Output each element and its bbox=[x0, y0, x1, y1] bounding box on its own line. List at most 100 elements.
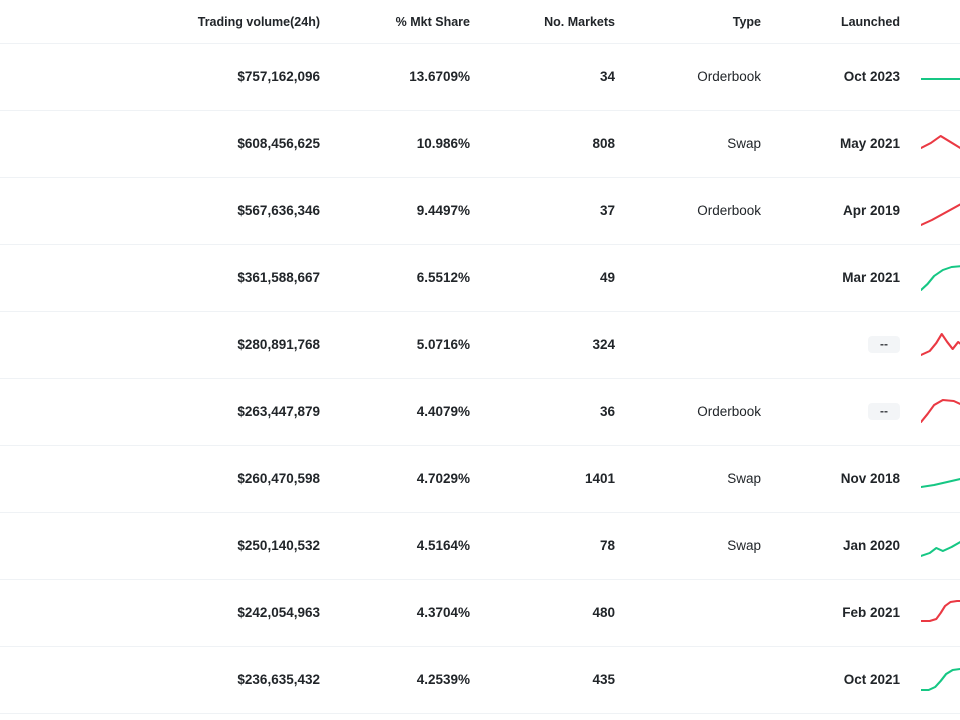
table-row[interactable]: ol (Polygon)$361,588,6676.5512%49 Mar 202… bbox=[0, 244, 960, 311]
cell-sparkline bbox=[920, 110, 960, 177]
sparkline-chart-up bbox=[921, 260, 960, 296]
cell-exchange-name[interactable]: (Arbitrum) bbox=[0, 311, 100, 378]
column-header-mkt-share[interactable]: % Mkt Share bbox=[340, 0, 490, 43]
cell-no-markets: 480 bbox=[490, 579, 635, 646]
column-header-no-markets[interactable]: No. Markets bbox=[490, 0, 635, 43]
cell-trading-volume: $757,162,096 bbox=[100, 43, 340, 110]
cell-exchange-name[interactable] bbox=[0, 445, 100, 512]
cell-exchange-name[interactable]: (Ethereum) bbox=[0, 110, 100, 177]
cell-exchange-name[interactable] bbox=[0, 646, 100, 713]
table-row[interactable]: (Ethereum)$608,456,62510.986%808SwapMay … bbox=[0, 110, 960, 177]
table-row[interactable]: ocol$263,447,8794.4079%36Orderbook -- bbox=[0, 378, 960, 445]
cell-mkt-share: 4.2539% bbox=[340, 646, 490, 713]
cell-trading-volume: $263,447,879 bbox=[100, 378, 340, 445]
cell-type: Swap bbox=[635, 512, 785, 579]
column-header-type[interactable]: Type bbox=[635, 0, 785, 43]
cell-mkt-share: 4.7029% bbox=[340, 445, 490, 512]
cell-mkt-share: 4.5164% bbox=[340, 512, 490, 579]
cell-trading-volume: $361,588,667 bbox=[100, 244, 340, 311]
cell-sparkline bbox=[920, 244, 960, 311]
cell-type: Orderbook bbox=[635, 378, 785, 445]
cell-type bbox=[635, 311, 785, 378]
cell-mkt-share: 6.5512% bbox=[340, 244, 490, 311]
sparkline-chart-up bbox=[921, 662, 960, 698]
cell-launched: Feb 2021 bbox=[785, 579, 920, 646]
cell-type: Orderbook bbox=[635, 43, 785, 110]
column-header-name[interactable] bbox=[0, 0, 100, 43]
cell-no-markets: 435 bbox=[490, 646, 635, 713]
sparkline-chart-up bbox=[921, 461, 960, 497]
table-body: $757,162,09613.6709%34OrderbookOct 2023(… bbox=[0, 43, 960, 713]
exchanges-table-viewport[interactable]: Trading volume(24h) % Mkt Share No. Mark… bbox=[0, 0, 960, 720]
cell-mkt-share: 13.6709% bbox=[340, 43, 490, 110]
cell-launched: -- bbox=[785, 378, 920, 445]
cell-trading-volume: $236,635,432 bbox=[100, 646, 340, 713]
cell-exchange-name[interactable] bbox=[0, 579, 100, 646]
sparkline-chart-up bbox=[921, 528, 960, 564]
cell-trading-volume: $608,456,625 bbox=[100, 110, 340, 177]
cell-trading-volume: $567,636,346 bbox=[100, 177, 340, 244]
table-row[interactable]: $260,470,598 4.7029% 1401 Swap Nov 2018 bbox=[0, 445, 960, 512]
cell-launched: Jan 2020 bbox=[785, 512, 920, 579]
column-header-trading-volume[interactable]: Trading volume(24h) bbox=[100, 0, 340, 43]
cell-exchange-name[interactable]: ol (Polygon) bbox=[0, 244, 100, 311]
table-row[interactable]: $236,635,432 4.2539% 435 Oct 2021 bbox=[0, 646, 960, 713]
table-row[interactable]: (Arbitrum)$280,891,7685.0716%324 -- bbox=[0, 311, 960, 378]
cell-trading-volume: $242,054,963 bbox=[100, 579, 340, 646]
cell-sparkline bbox=[920, 378, 960, 445]
cell-sparkline bbox=[920, 445, 960, 512]
table-row[interactable]: reum)$250,140,5324.5164%78SwapJan 2020 bbox=[0, 512, 960, 579]
cell-no-markets: 34 bbox=[490, 43, 635, 110]
cell-mkt-share: 9.4497% bbox=[340, 177, 490, 244]
cell-exchange-name[interactable]: reum) bbox=[0, 512, 100, 579]
cell-launched: Mar 2021 bbox=[785, 244, 920, 311]
cell-mkt-share: 5.0716% bbox=[340, 311, 490, 378]
sparkline-chart-down bbox=[921, 595, 960, 631]
cell-no-markets: 808 bbox=[490, 110, 635, 177]
cell-exchange-name[interactable]: ocol bbox=[0, 378, 100, 445]
cell-mkt-share: 10.986% bbox=[340, 110, 490, 177]
cell-no-markets: 36 bbox=[490, 378, 635, 445]
cell-sparkline bbox=[920, 177, 960, 244]
cell-launched: May 2021 bbox=[785, 110, 920, 177]
cell-mkt-share: 4.3704% bbox=[340, 579, 490, 646]
cell-trading-volume: $280,891,768 bbox=[100, 311, 340, 378]
column-header-sparkline bbox=[920, 0, 960, 43]
cell-trading-volume: $260,470,598 bbox=[100, 445, 340, 512]
cell-mkt-share: 4.4079% bbox=[340, 378, 490, 445]
cell-launched: Apr 2019 bbox=[785, 177, 920, 244]
column-header-launched[interactable]: Launched bbox=[785, 0, 920, 43]
cell-sparkline bbox=[920, 512, 960, 579]
cell-sparkline bbox=[920, 579, 960, 646]
cell-exchange-name[interactable] bbox=[0, 177, 100, 244]
cell-sparkline bbox=[920, 43, 960, 110]
cell-type bbox=[635, 244, 785, 311]
sparkline-chart-flat bbox=[921, 59, 960, 95]
sparkline-chart-down bbox=[921, 126, 960, 162]
cell-type: Swap bbox=[635, 110, 785, 177]
cell-no-markets: 324 bbox=[490, 311, 635, 378]
cell-launched: Nov 2018 bbox=[785, 445, 920, 512]
cell-no-markets: 49 bbox=[490, 244, 635, 311]
cell-sparkline bbox=[920, 646, 960, 713]
cell-no-markets: 78 bbox=[490, 512, 635, 579]
table-header: Trading volume(24h) % Mkt Share No. Mark… bbox=[0, 0, 960, 43]
cell-launched: Oct 2023 bbox=[785, 43, 920, 110]
table-row[interactable]: $242,054,963 4.3704% 480 Feb 2021 bbox=[0, 579, 960, 646]
table-header-row: Trading volume(24h) % Mkt Share No. Mark… bbox=[0, 0, 960, 43]
sparkline-chart-down bbox=[921, 394, 960, 430]
exchanges-table: Trading volume(24h) % Mkt Share No. Mark… bbox=[0, 0, 960, 714]
cell-trading-volume: $250,140,532 bbox=[100, 512, 340, 579]
launched-empty-badge: -- bbox=[868, 336, 900, 353]
cell-exchange-name[interactable] bbox=[0, 43, 100, 110]
table-row[interactable]: $567,636,346 9.4497% 37 Orderbook Apr 2019 bbox=[0, 177, 960, 244]
cell-no-markets: 1401 bbox=[490, 445, 635, 512]
cell-launched: Oct 2021 bbox=[785, 646, 920, 713]
table-row[interactable]: $757,162,096 13.6709% 34 Orderbook Oct 2023 bbox=[0, 43, 960, 110]
cell-type: Swap bbox=[635, 445, 785, 512]
cell-type: Orderbook bbox=[635, 177, 785, 244]
sparkline-chart-down bbox=[921, 193, 960, 229]
sparkline-chart-down bbox=[921, 327, 960, 363]
cell-no-markets: 37 bbox=[490, 177, 635, 244]
cell-launched: -- bbox=[785, 311, 920, 378]
